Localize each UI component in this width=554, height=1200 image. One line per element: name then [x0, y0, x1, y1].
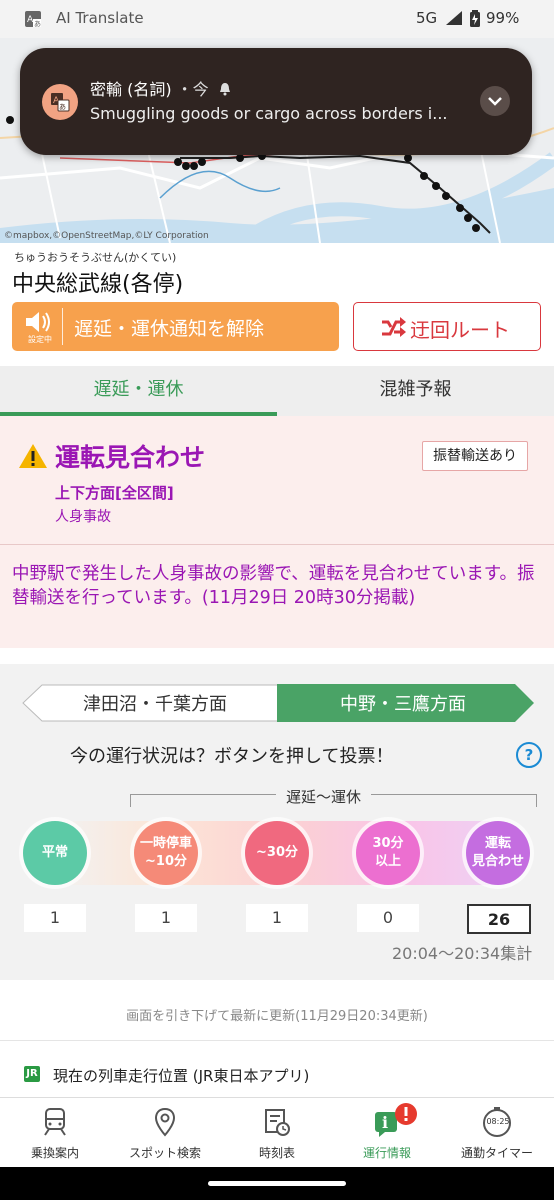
route-name: 中央総武線(各停) [12, 272, 184, 297]
vote-count-30min: 1 [246, 904, 308, 932]
vote-option-label: 平常 [41, 845, 68, 860]
detour-icon [382, 317, 406, 337]
vote-option-label: ~30分 [256, 845, 298, 860]
alert-message: 中野駅で発生した人身事故の影響で、運転を見合わせています。振替輸送を行っています… [12, 564, 535, 608]
notification-title: 密輸 (名詞) ・今 [90, 76, 232, 100]
route-reading: ちゅうおうそうぶせん(かくてい) [14, 251, 177, 264]
nav-timetable[interactable]: 時刻表 [222, 1098, 332, 1168]
direction-tab-tsudanuma-label: 津田沼・千葉方面 [83, 694, 227, 715]
translate-app-icon: A あ [25, 11, 41, 28]
svg-text:A: A [27, 15, 34, 25]
status-vote-panel: 津田沼・千葉方面 中野・三鷹方面 今の運行状況は？ボタンを押して投票！ ? 遅延… [0, 664, 554, 980]
notification-time: ・今 [176, 80, 209, 99]
service-alert-card: 運転見合わせ 振替輸送あり 上下方面[全区間] 人身事故 中野駅で発生した人身事… [0, 416, 554, 648]
pin-icon [154, 1107, 176, 1137]
vote-option-sublabel: 以上 [374, 854, 401, 869]
vote-option-label: 運転 [484, 836, 511, 851]
tab-delay-label: 遅延・運休 [93, 379, 184, 400]
vote-count-brief-stop: 1 [135, 904, 197, 932]
button-divider [62, 308, 63, 345]
cancel-alert-button[interactable]: 設定中 遅延・運休通知を解除 [12, 302, 339, 351]
direction-tab-nakano-label: 中野・三鷹方面 [340, 694, 466, 715]
vote-brief-stop-button[interactable]: 一時停車 ~10分 [134, 821, 198, 885]
nav-spot-search[interactable]: スポット検索 [110, 1098, 220, 1168]
signal-icon [446, 11, 462, 25]
vote-count-suspended: 26 [467, 904, 531, 934]
notification-word: 密輸 (名詞) [90, 80, 172, 99]
tab-delay[interactable]: 遅延・運休 [0, 366, 277, 416]
bell-icon [219, 83, 230, 96]
refresh-note: 画面を引き下げて最新に更新(11月29日20:34更新) [126, 1009, 428, 1024]
translation-notification[interactable]: Aあ 密輸 (名詞) ・今 Smuggling goods or cargo a… [20, 48, 532, 155]
expand-button[interactable] [480, 86, 510, 116]
jr-train-position-link[interactable]: 現在の列車走行位置 (JR東日本アプリ) [53, 1065, 309, 1086]
vote-30min-button[interactable]: ~30分 [245, 821, 309, 885]
notification-body: Smuggling goods or cargo across borders … [90, 104, 448, 123]
vote-option-sublabel: ~10分 [145, 854, 187, 869]
transfer-badge: 振替輸送あり [422, 441, 528, 471]
help-icon[interactable]: ? [516, 742, 542, 768]
timer-time-text: 08:25 [486, 1117, 510, 1126]
warning-icon [19, 444, 47, 468]
detour-route-button[interactable]: 迂回ルート [353, 302, 541, 351]
app-title: AI Translate [56, 9, 144, 27]
vote-count-normal: 1 [24, 904, 86, 932]
cancel-alert-label: 遅延・運休通知を解除 [74, 318, 265, 340]
battery-icon [470, 10, 480, 27]
nav-spot-search-label: スポット検索 [128, 1146, 201, 1160]
svg-text:あ: あ [59, 103, 66, 111]
train-icon [44, 1108, 66, 1136]
battery-percent: 99% [486, 9, 520, 27]
alert-badge-icon [395, 1103, 417, 1125]
svg-text:あ: あ [34, 20, 41, 28]
nav-route-search[interactable]: 乗換案内 [0, 1098, 110, 1168]
alert-setting-caption: 設定中 [28, 335, 52, 344]
range-label: 遅延〜運休 [276, 786, 372, 807]
vote-question: 今の運行状況は？ボタンを押して投票！ [70, 746, 394, 767]
section-divider [0, 1040, 554, 1041]
vote-over30-button[interactable]: 30分 以上 [356, 821, 420, 885]
nav-service-info-label: 運行情報 [362, 1146, 411, 1160]
vote-option-label: 30分 [372, 836, 404, 851]
svg-text:i: i [382, 1113, 388, 1132]
info-tabs: 遅延・運休 混雑予報 [0, 366, 554, 416]
alert-cause: 人身事故 [55, 509, 111, 525]
affected-direction: 上下方面[全区間] [55, 484, 174, 502]
nav-commute-timer[interactable]: 08:25 通勤タイマー [442, 1098, 552, 1168]
jr-logo-icon: JR [24, 1066, 40, 1082]
map-attribution: ©mapbox,©OpenStreetMap,©LY Corporation [4, 231, 209, 241]
network-type: 5G [416, 9, 438, 27]
alert-divider [0, 544, 554, 545]
detour-label: 迂回ルート [410, 318, 510, 342]
tab-congestion-label: 混雑予報 [379, 379, 452, 400]
nav-timetable-label: 時刻表 [258, 1146, 295, 1160]
home-handle[interactable] [208, 1181, 346, 1186]
operation-status: 運転見合わせ [55, 443, 206, 472]
vote-option-label: 一時停車 [139, 836, 192, 851]
vote-suspended-button[interactable]: 運転 見合わせ [466, 821, 530, 885]
system-nav-bar [0, 1167, 554, 1200]
nav-commute-timer-label: 通勤タイマー [460, 1146, 533, 1160]
nav-service-info[interactable]: i 運行情報 [332, 1098, 442, 1168]
tab-congestion[interactable]: 混雑予報 [277, 366, 554, 416]
vote-normal-button[interactable]: 平常 [23, 821, 87, 885]
timetable-icon [265, 1109, 290, 1136]
status-bar: A あ AI Translate 5G 99% [0, 0, 554, 38]
nav-route-search-label: 乗換案内 [30, 1146, 79, 1160]
vote-option-sublabel: 見合わせ [471, 854, 524, 869]
vote-count-over30: 0 [357, 904, 419, 932]
bottom-navigation: 乗換案内 スポット検索 時刻表 i 運行情報 08:25 通勤タイマー [0, 1097, 554, 1168]
vote-period: 20:04〜20:34集計 [392, 944, 533, 963]
chevron-down-icon [488, 97, 502, 106]
translate-icon: Aあ [42, 84, 78, 120]
